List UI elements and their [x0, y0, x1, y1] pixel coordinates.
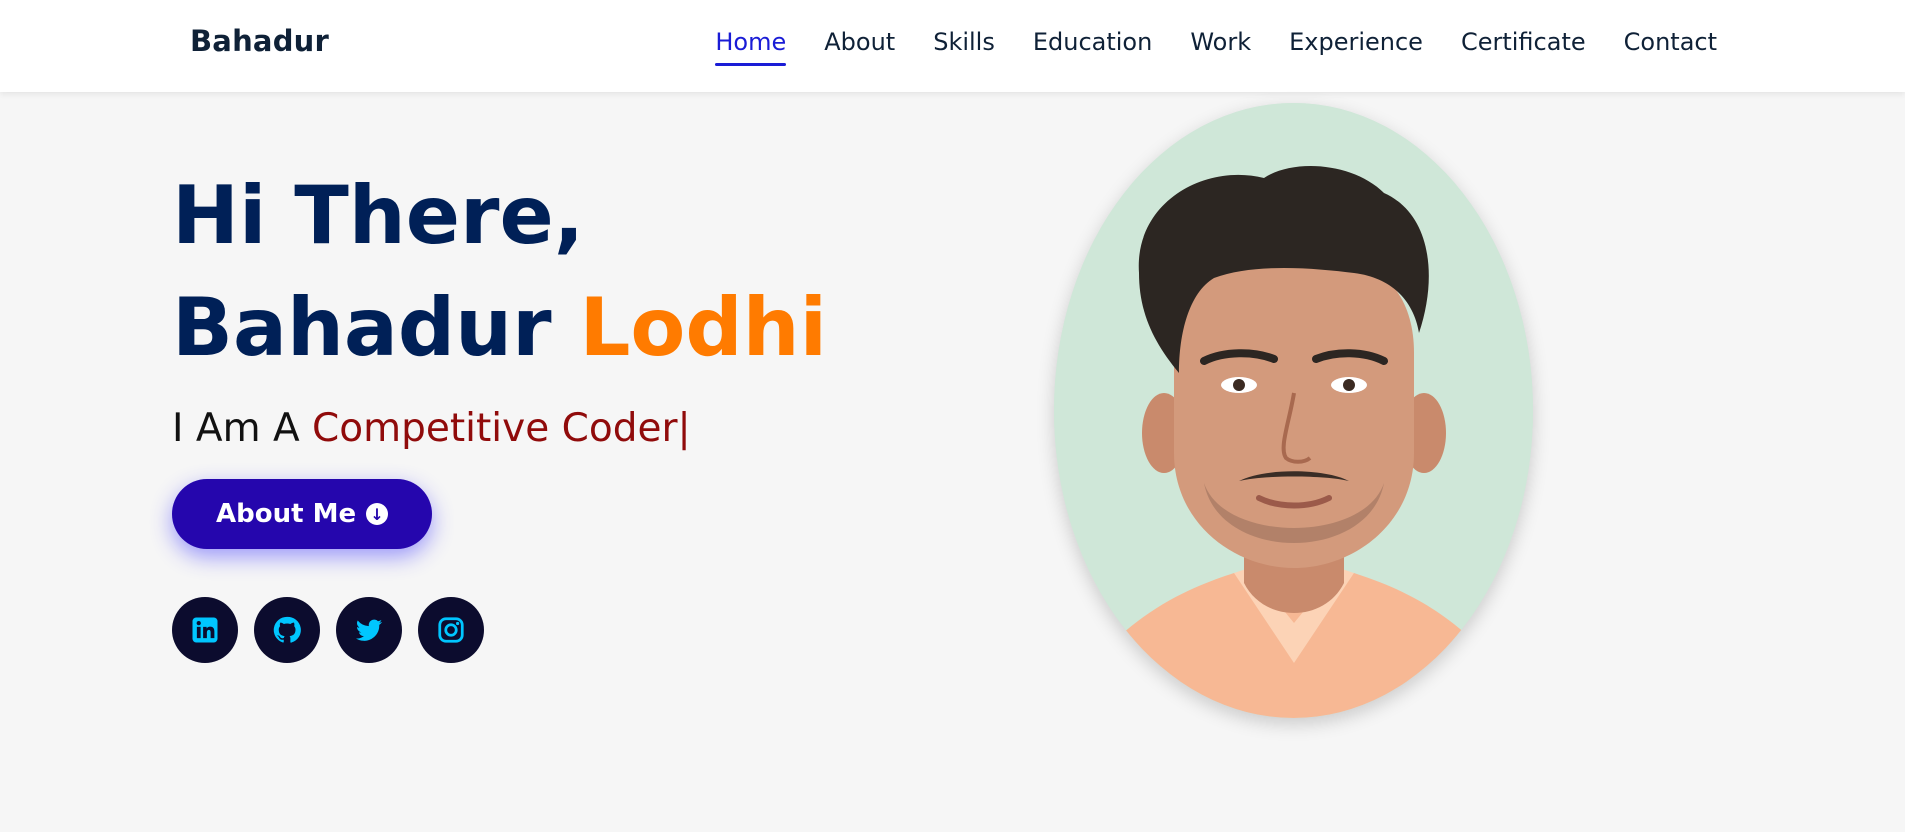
about-me-button[interactable]: About Me ↓ [172, 479, 433, 549]
hero-heading: Hi There, Bahadur Lodhi [172, 160, 872, 384]
instagram-link[interactable] [418, 597, 484, 663]
hero-section: Hi There, Bahadur Lodhi I Am A Competiti… [172, 160, 872, 663]
nav-education[interactable]: Education [1033, 28, 1152, 62]
about-me-label: About Me [216, 499, 357, 529]
nav-home[interactable]: Home [715, 28, 786, 66]
brand-logo[interactable]: Bahadur [190, 24, 329, 58]
first-name-text: Bahadur [172, 281, 552, 374]
instagram-icon [438, 617, 464, 643]
linkedin-link[interactable] [172, 597, 238, 663]
nav-links: Home About Skills Education Work Experie… [715, 28, 1717, 66]
nav-experience[interactable]: Experience [1289, 28, 1423, 62]
nav-contact[interactable]: Contact [1624, 28, 1717, 62]
profile-photo [1054, 103, 1533, 718]
nav-work[interactable]: Work [1190, 28, 1251, 62]
twitter-link[interactable] [336, 597, 402, 663]
nav-skills[interactable]: Skills [933, 28, 995, 62]
github-link[interactable] [254, 597, 320, 663]
arrow-down-circle-icon: ↓ [366, 503, 389, 525]
typed-prefix: I Am A [172, 406, 313, 451]
twitter-icon [355, 619, 383, 641]
nav-about[interactable]: About [824, 28, 895, 62]
social-links [172, 597, 872, 663]
nav-certificate[interactable]: Certificate [1461, 28, 1586, 62]
typed-text: I Am A Competitive Coder| [172, 406, 872, 451]
last-name-text: Lodhi [579, 281, 828, 374]
greeting-text: Hi There, [172, 169, 585, 262]
linkedin-icon [192, 617, 218, 643]
profile-portrait-image [1054, 103, 1533, 718]
typed-role: Competitive Coder| [312, 406, 691, 451]
github-icon [273, 616, 301, 643]
navbar: Bahadur Home About Skills Education Work… [0, 0, 1905, 92]
